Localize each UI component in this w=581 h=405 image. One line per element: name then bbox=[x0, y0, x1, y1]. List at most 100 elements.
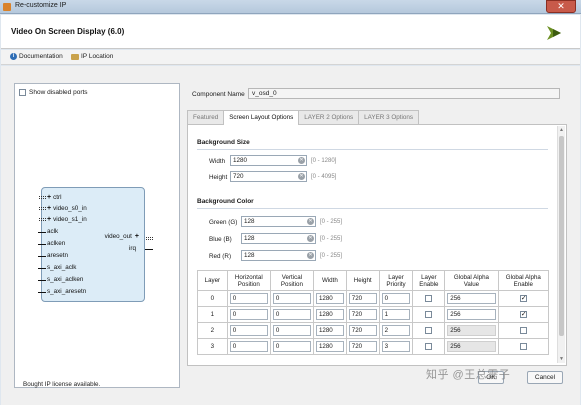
global-alpha-enable-checkbox[interactable] bbox=[519, 326, 527, 334]
show-disabled-ports-label: Show disabled ports bbox=[29, 89, 88, 96]
layer-height-input[interactable]: 720 bbox=[348, 341, 377, 352]
layer-priority-input[interactable]: 2 bbox=[381, 325, 411, 336]
blue-range: [0 - 255] bbox=[320, 236, 343, 242]
dialog-header: Video On Screen Display (6.0) bbox=[1, 15, 580, 49]
layer-height-input[interactable]: 720 bbox=[348, 325, 377, 336]
port-s-axi-aclken: s_axi_aclken bbox=[38, 276, 83, 283]
layer-height-input[interactable]: 720 bbox=[348, 293, 377, 304]
clear-icon[interactable]: ✕ bbox=[298, 173, 305, 180]
layer-enable-checkbox[interactable] bbox=[425, 326, 433, 334]
expand-plus-icon[interactable]: + bbox=[47, 205, 51, 212]
tab-bar: Featured Screen Layout Options LAYER 2 O… bbox=[187, 110, 567, 125]
blue-input[interactable]: 128 ✕ bbox=[241, 233, 316, 244]
col-layer-priority: Layer Priority bbox=[378, 270, 414, 291]
tab-layer-3-options[interactable]: LAYER 3 Options bbox=[358, 110, 420, 124]
documentation-label: Documentation bbox=[19, 53, 63, 60]
horizontal-position-input[interactable]: 0 bbox=[229, 309, 268, 320]
width-label: Width bbox=[209, 158, 226, 165]
layer-enable-checkbox[interactable] bbox=[425, 294, 433, 302]
tab-layer-2-options[interactable]: LAYER 2 Options bbox=[298, 110, 360, 124]
clear-icon[interactable]: ✕ bbox=[307, 252, 314, 259]
ip-symbol-panel: Show disabled ports + ctrl + video_s0_in +… bbox=[14, 83, 180, 388]
port-aresetn: aresetn bbox=[38, 252, 68, 259]
global-alpha-value-input[interactable]: 256 bbox=[447, 293, 496, 304]
pin-line bbox=[38, 256, 46, 257]
window-title: Re-customize IP bbox=[15, 2, 67, 9]
scroll-up-icon[interactable]: ▲ bbox=[559, 127, 564, 133]
port-s-axi-aclk: s_axi_aclk bbox=[38, 264, 76, 271]
background-size-title: Background Size bbox=[197, 139, 250, 146]
scroll-thumb[interactable] bbox=[559, 136, 564, 336]
red-value: 128 bbox=[244, 252, 255, 259]
tab-screen-layout-options[interactable]: Screen Layout Options bbox=[223, 110, 300, 125]
component-name-label: Component Name bbox=[192, 91, 245, 98]
expand-plus-icon[interactable]: + bbox=[47, 194, 51, 201]
vertical-position-input[interactable]: 0 bbox=[272, 309, 311, 320]
links-bar: i Documentation IP Location bbox=[1, 50, 580, 65]
pin-line bbox=[38, 280, 46, 281]
layer-width-input[interactable]: 1280 bbox=[315, 341, 344, 352]
global-alpha-enable-checkbox[interactable] bbox=[519, 294, 527, 302]
watermark: 知乎 @王总需子 bbox=[426, 369, 511, 381]
documentation-link[interactable]: i Documentation bbox=[10, 53, 63, 60]
vertical-position-input[interactable]: 0 bbox=[272, 341, 311, 352]
bus-stub-icon bbox=[146, 237, 153, 240]
global-alpha-value-input[interactable]: 256 bbox=[447, 309, 496, 320]
bus-stub-icon bbox=[39, 196, 46, 199]
vertical-scrollbar[interactable]: ▲ ▼ bbox=[557, 126, 565, 363]
ip-location-label: IP Location bbox=[81, 53, 114, 60]
cancel-button[interactable]: Cancel bbox=[527, 371, 563, 384]
col-vertical-position: Vertical Position bbox=[269, 270, 314, 291]
layer-width-input[interactable]: 1280 bbox=[315, 293, 344, 304]
layer-width-input[interactable]: 1280 bbox=[315, 325, 344, 336]
table-row: 0 0 0 1280 720 0 256 bbox=[197, 290, 550, 307]
layer-priority-input[interactable]: 0 bbox=[381, 293, 411, 304]
width-input[interactable]: 1280 ✕ bbox=[230, 155, 307, 166]
ip-location-link[interactable]: IP Location bbox=[71, 53, 113, 60]
info-icon: i bbox=[10, 53, 17, 60]
bus-stub-icon bbox=[39, 207, 46, 210]
green-input[interactable]: 128 ✕ bbox=[241, 216, 316, 227]
global-alpha-enable-checkbox[interactable] bbox=[519, 342, 527, 350]
table-row: 2 0 0 1280 720 2 256 bbox=[197, 322, 550, 339]
height-input[interactable]: 720 ✕ bbox=[230, 171, 307, 182]
layer-priority-input[interactable]: 1 bbox=[381, 309, 411, 320]
layer-enable-checkbox[interactable] bbox=[425, 310, 433, 318]
height-value: 720 bbox=[233, 173, 244, 180]
global-alpha-value-input[interactable]: 256 bbox=[447, 341, 496, 352]
show-disabled-ports-toggle[interactable]: Show disabled ports bbox=[19, 89, 88, 96]
expand-plus-icon[interactable]: + bbox=[47, 216, 51, 223]
horizontal-position-input[interactable]: 0 bbox=[229, 341, 268, 352]
height-label: Height bbox=[209, 174, 228, 181]
expand-plus-icon[interactable]: + bbox=[135, 233, 139, 240]
layer-index: 2 bbox=[210, 327, 215, 334]
red-input[interactable]: 128 ✕ bbox=[241, 250, 316, 261]
vertical-position-input[interactable]: 0 bbox=[272, 325, 311, 336]
horizontal-position-input[interactable]: 0 bbox=[229, 325, 268, 336]
scroll-down-icon[interactable]: ▼ bbox=[559, 356, 564, 362]
layer-height-input[interactable]: 720 bbox=[348, 309, 377, 320]
layer-index: 1 bbox=[210, 311, 215, 318]
show-disabled-ports-checkbox[interactable] bbox=[19, 89, 26, 96]
horizontal-position-input[interactable]: 0 bbox=[229, 293, 268, 304]
vivado-logo-icon bbox=[547, 26, 561, 40]
col-layer-enable: Layer Enable bbox=[412, 270, 446, 291]
component-name-input[interactable]: v_osd_0 bbox=[248, 88, 560, 99]
port-aclken: aclken bbox=[38, 240, 65, 247]
close-button[interactable]: ✕ bbox=[546, 0, 576, 13]
section-divider bbox=[197, 149, 548, 150]
port-ctrl: + ctrl bbox=[39, 194, 62, 201]
background-color-title: Background Color bbox=[197, 198, 254, 205]
table-row: 3 0 0 1280 720 3 256 bbox=[197, 338, 550, 355]
clear-icon[interactable]: ✕ bbox=[298, 157, 305, 164]
global-alpha-enable-checkbox[interactable] bbox=[519, 310, 527, 318]
layer-priority-input[interactable]: 3 bbox=[381, 341, 411, 352]
vertical-position-input[interactable]: 0 bbox=[272, 293, 311, 304]
layer-enable-checkbox[interactable] bbox=[425, 342, 433, 350]
clear-icon[interactable]: ✕ bbox=[307, 235, 314, 242]
folder-icon bbox=[71, 53, 79, 60]
clear-icon[interactable]: ✕ bbox=[307, 218, 314, 225]
tab-featured[interactable]: Featured bbox=[187, 110, 225, 124]
global-alpha-value-input[interactable]: 256 bbox=[447, 325, 496, 336]
layer-width-input[interactable]: 1280 bbox=[315, 309, 344, 320]
